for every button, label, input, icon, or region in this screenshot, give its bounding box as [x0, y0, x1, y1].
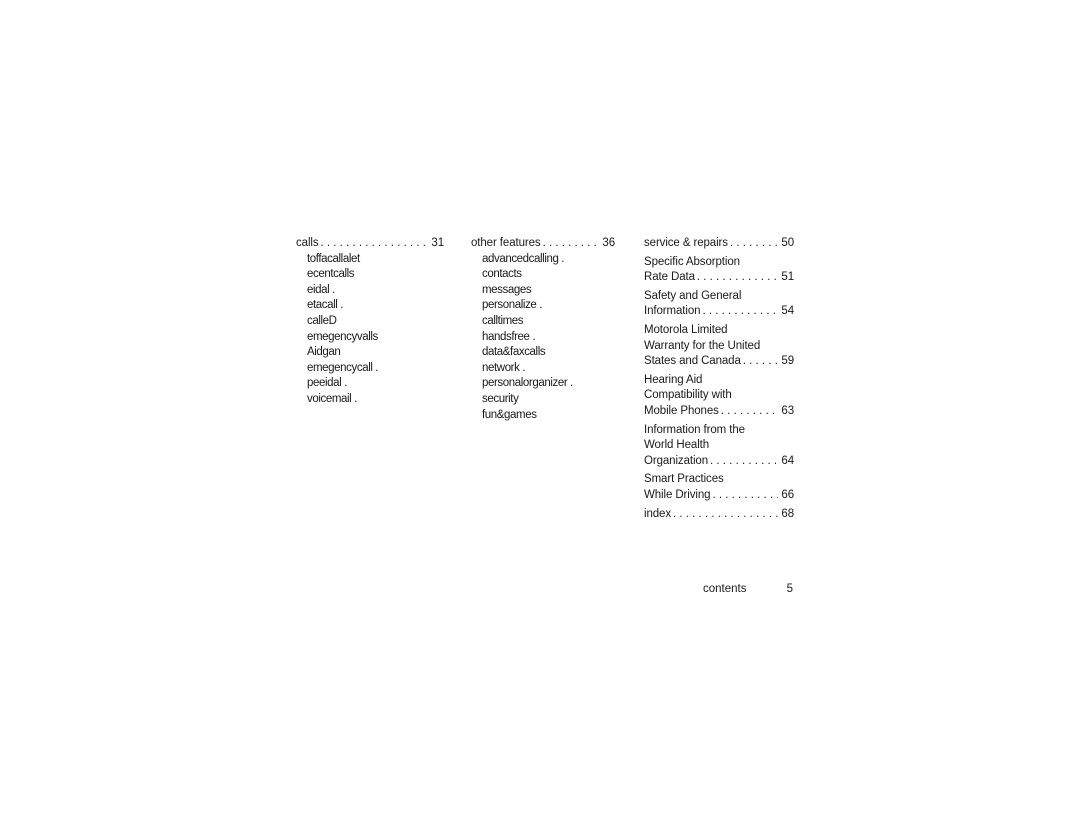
toc-entry-label: Specific Absorption: [644, 255, 740, 268]
toc-entry-label: Rate Data: [644, 271, 695, 284]
leader-dots: [697, 270, 779, 286]
leader-dots: [710, 454, 778, 470]
toc-entry-warranty[interactable]: Motorola Limited Warranty for the United…: [644, 323, 794, 370]
toc-entry-calls[interactable]: calls 31: [296, 236, 444, 252]
toc-page-number: 51: [781, 271, 794, 284]
toc-entry-label: calls: [296, 237, 319, 249]
toc-entry-label: other features: [471, 237, 541, 249]
toc-entry-label: Hearing Aid: [644, 373, 703, 386]
toc-entry-who-info[interactable]: Information from the World Health Organi…: [644, 423, 794, 470]
footer-page-number: 5: [786, 583, 793, 595]
toc-subitem: toffacallalet: [307, 252, 360, 265]
leader-dots: [321, 236, 429, 252]
leader-dots: [730, 236, 778, 252]
toc-page-number: 59: [781, 355, 794, 368]
toc-page-number: 64: [781, 454, 794, 467]
toc-entry-label: While Driving: [644, 488, 711, 501]
toc-page-number: 50: [781, 237, 794, 249]
toc-subitem: ecentcalls: [307, 268, 355, 281]
toc-entry-label: Information from the: [644, 423, 745, 436]
toc-column-appendix: service & repairs 50 Specific Absorption …: [644, 236, 794, 525]
toc-subitem: personalize .: [482, 299, 543, 312]
toc-entry-label: index: [644, 507, 671, 520]
leader-dots: [743, 354, 779, 370]
toc-subitem: calleD: [307, 314, 337, 327]
leader-dots: [712, 488, 778, 504]
toc-subitem: peeidal .: [307, 377, 347, 390]
toc-entry-label: World Health: [644, 439, 710, 452]
toc-subitem: eidal .: [307, 283, 335, 296]
leader-dots: [543, 236, 600, 252]
toc-entry-label: Warranty for the United: [644, 339, 761, 352]
toc-subitem: handsfree .: [482, 330, 536, 343]
toc-subitem: Aidgan: [307, 346, 341, 359]
toc-subitem: personalorganizer .: [482, 377, 573, 390]
toc-subitem: emegencycall .: [307, 361, 379, 374]
leader-dots: [702, 304, 778, 320]
toc-entry-smart-practices[interactable]: Smart Practices While Driving 66: [644, 472, 794, 503]
toc-subitem: security: [482, 392, 519, 405]
toc-column-calls: calls 31 toffacallalet ecentcalls eidal …: [296, 236, 444, 408]
toc-entry-label: Information: [644, 305, 701, 318]
toc-subitem: emegencyvalls: [307, 330, 378, 343]
toc-entry-label: Smart Practices: [644, 473, 724, 486]
toc-subitem: network .: [482, 361, 526, 374]
toc-entry-label: Safety and General: [644, 289, 742, 302]
toc-subitem: calltimes: [482, 314, 524, 327]
toc-page-number: 54: [781, 305, 794, 318]
toc-subitem: advancedcalling .: [482, 252, 565, 265]
toc-subitem: data&faxcalls: [482, 346, 546, 359]
toc-subitem: voicemail .: [307, 392, 357, 405]
toc-column-other-features: other features 36 advancedcalling . cont…: [471, 236, 615, 423]
toc-entry-label: service & repairs: [644, 237, 728, 249]
toc-entry-label: States and Canada: [644, 355, 741, 368]
toc-page-number: 36: [602, 237, 615, 249]
toc-subitem: messages: [482, 283, 532, 296]
toc-entry-label: Compatibility with: [644, 389, 732, 402]
toc-subitem: fun&games: [482, 408, 537, 421]
toc-page-number: 63: [781, 404, 794, 417]
toc-entry-hearing-aid[interactable]: Hearing Aid Compatibility with Mobile Ph…: [644, 373, 794, 420]
leader-dots: [721, 404, 779, 420]
toc-subitem: contacts: [482, 268, 522, 281]
toc-subitem: etacall .: [307, 299, 344, 312]
toc-entry-label: Mobile Phones: [644, 404, 719, 417]
toc-entry-label: Motorola Limited: [644, 323, 728, 336]
toc-page-number: 68: [781, 507, 794, 520]
toc-page-number: 66: [781, 488, 794, 501]
toc-entry-safety-info[interactable]: Safety and General Information 54: [644, 289, 794, 320]
toc-entry-other-features[interactable]: other features 36: [471, 236, 615, 252]
toc-entry-sar-data[interactable]: Specific Absorption Rate Data 51: [644, 255, 794, 286]
page-footer: contents 5: [703, 583, 793, 595]
toc-page-number: 31: [431, 237, 444, 249]
toc-entry-label: Organization: [644, 454, 709, 467]
footer-section-title: contents: [703, 583, 747, 595]
toc-entry-service-repairs[interactable]: service & repairs 50: [644, 236, 794, 252]
leader-dots: [673, 507, 778, 523]
toc-entry-index[interactable]: index 68: [644, 507, 794, 523]
